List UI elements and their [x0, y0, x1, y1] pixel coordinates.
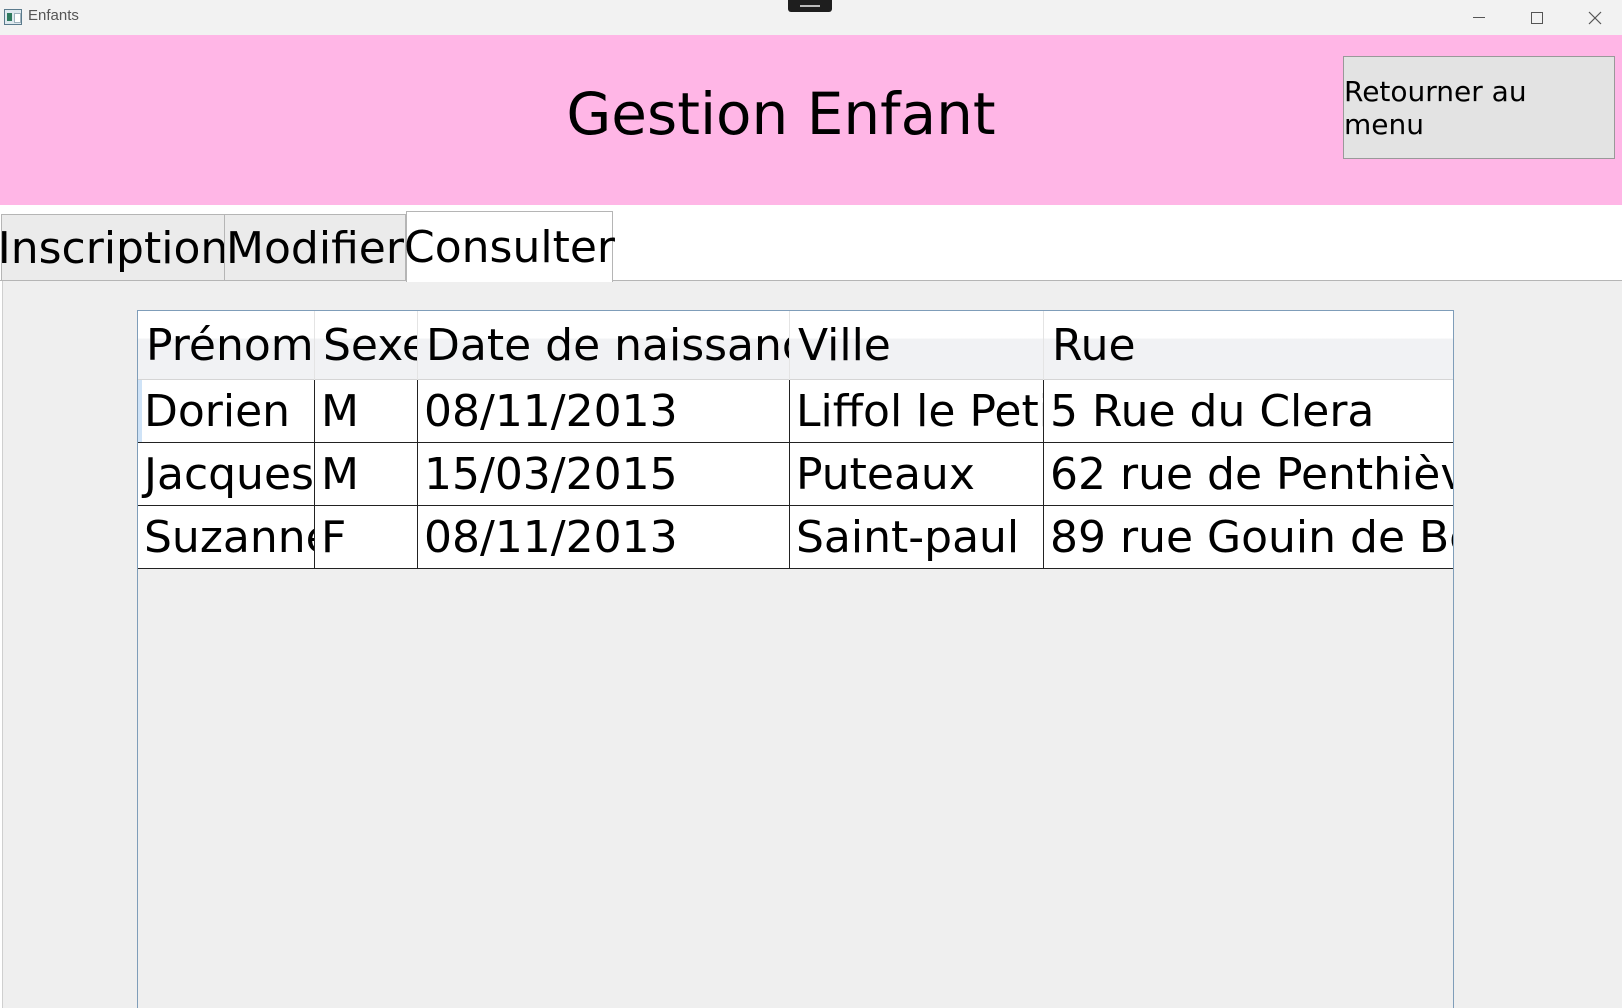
close-icon	[1588, 11, 1602, 24]
header-banner: Gestion Enfant Retourner au menu	[0, 35, 1622, 205]
table-row[interactable]: Suzanne F 08/11/2013 Saint-paul 89 rue G…	[138, 506, 1453, 569]
snap-handle[interactable]	[788, 0, 832, 12]
close-button[interactable]	[1566, 0, 1622, 35]
cell-date-naissance[interactable]: 15/03/2015	[418, 443, 790, 505]
maximize-icon	[1531, 11, 1543, 24]
page-title: Gestion Enfant	[566, 80, 996, 148]
tab-consulter[interactable]: Consulter	[404, 211, 615, 282]
tab-content-consulter: Prénom Sexe Date de naissance Ville Rue …	[2, 281, 1622, 1008]
cell-rue[interactable]: 62 rue de Penthièvre	[1044, 443, 1453, 505]
cell-sexe[interactable]: M	[315, 443, 418, 505]
children-data-grid[interactable]: Prénom Sexe Date de naissance Ville Rue …	[137, 310, 1454, 1008]
window-title: Enfants	[28, 7, 79, 24]
cell-sexe[interactable]: F	[315, 506, 418, 568]
minimize-button[interactable]	[1450, 0, 1508, 35]
cell-prenom[interactable]: Dorien	[138, 380, 315, 442]
maximize-button[interactable]	[1508, 0, 1566, 35]
cell-ville[interactable]: Puteaux	[790, 443, 1044, 505]
cell-ville[interactable]: Saint-paul	[790, 506, 1044, 568]
minimize-icon	[1473, 17, 1485, 18]
column-header-prenom[interactable]: Prénom	[138, 311, 315, 380]
cell-rue[interactable]: 89 rue Gouin de Bea	[1044, 506, 1453, 568]
cell-prenom[interactable]: Jacques	[138, 443, 315, 505]
cell-date-naissance[interactable]: 08/11/2013	[418, 506, 790, 568]
table-row[interactable]: Jacques M 15/03/2015 Puteaux 62 rue de P…	[138, 443, 1453, 506]
app-window-icon	[4, 9, 22, 25]
tab-inscription[interactable]: Inscription	[0, 214, 228, 281]
column-header-ville[interactable]: Ville	[790, 311, 1044, 380]
tab-modifier[interactable]: Modifier	[224, 214, 406, 281]
back-to-menu-button[interactable]: Retourner au menu	[1343, 56, 1615, 159]
cell-date-naissance[interactable]: 08/11/2013	[418, 380, 790, 442]
column-header-rue[interactable]: Rue	[1044, 311, 1453, 380]
column-header-date-naissance[interactable]: Date de naissance	[418, 311, 790, 380]
title-bar[interactable]: Enfants	[0, 0, 1622, 35]
cell-sexe[interactable]: M	[315, 380, 418, 442]
grid-header-row: Prénom Sexe Date de naissance Ville Rue	[138, 311, 1453, 380]
cell-rue[interactable]: 5 Rue du Clera	[1044, 380, 1453, 442]
cell-prenom[interactable]: Suzanne	[138, 506, 315, 568]
app-window: Enfants Gestion Enfant Retourner au menu…	[0, 0, 1622, 1008]
tab-strip: Inscription Modifier Consulter	[0, 211, 1622, 282]
cell-ville[interactable]: Liffol le Petit	[790, 380, 1044, 442]
column-header-sexe[interactable]: Sexe	[315, 311, 418, 380]
table-row[interactable]: Dorien M 08/11/2013 Liffol le Petit 5 Ru…	[138, 380, 1453, 443]
